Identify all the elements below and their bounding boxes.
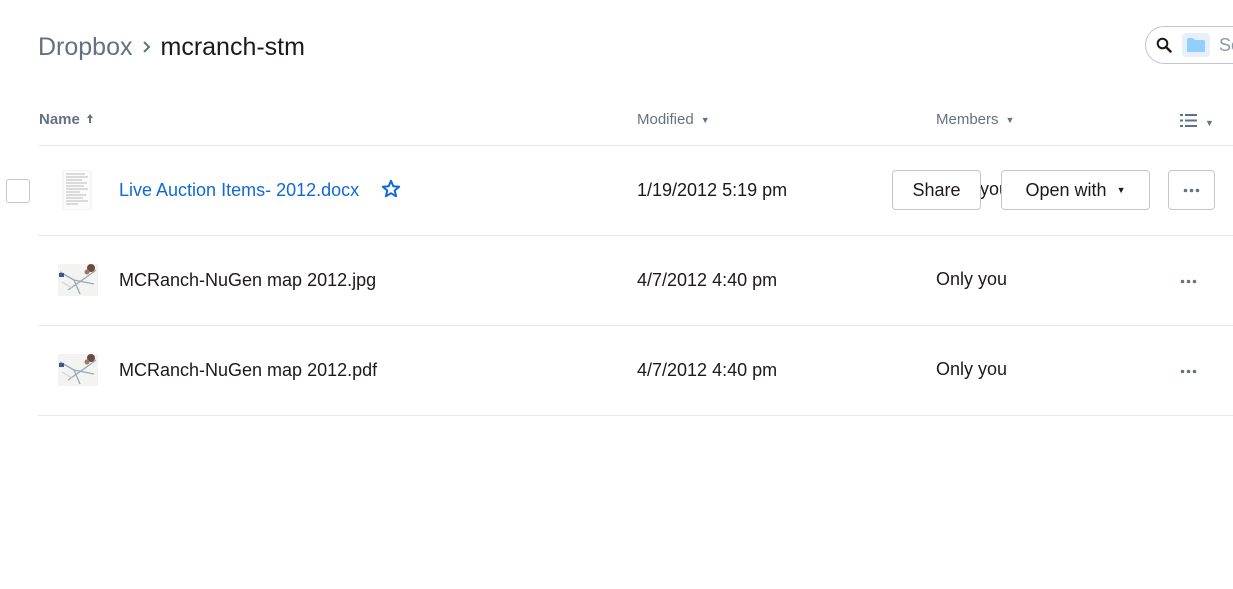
folder-icon	[1187, 38, 1205, 52]
file-name-link[interactable]: MCRanch-NuGen map 2012.pdf	[119, 360, 377, 381]
map-thumbnail-icon	[58, 260, 98, 300]
members-text: Only you	[936, 269, 1008, 289]
more-actions-button[interactable]	[1168, 170, 1215, 210]
folder-scope-chip[interactable]	[1182, 33, 1210, 57]
column-header-name[interactable]: Name	[39, 111, 94, 128]
open-with-label: Open with	[1025, 179, 1107, 200]
members-text: Only you	[936, 359, 1008, 379]
divider	[38, 415, 1233, 416]
document-thumbnail-icon	[58, 169, 98, 211]
modified-date: 4/7/2012 4:40 pm	[637, 270, 778, 290]
caret-down-icon: ▼	[1205, 118, 1214, 128]
open-with-button[interactable]: Open with ▼	[1001, 170, 1150, 210]
map-thumbnail-icon	[58, 350, 98, 390]
search-icon[interactable]	[1156, 37, 1172, 58]
file-row[interactable]: MCRanch-NuGen map 2012.jpg 4/7/2012 4:40…	[0, 236, 1233, 325]
column-header-modified-label: Modified	[637, 111, 694, 128]
more-actions-button[interactable]	[1180, 361, 1197, 379]
ellipsis-icon	[1183, 188, 1200, 192]
breadcrumb-current: mcranch-stm	[160, 32, 305, 61]
column-header-name-label: Name	[39, 111, 80, 128]
view-toggle-button[interactable]: ▼	[1180, 113, 1214, 133]
ellipsis-icon	[1180, 369, 1197, 374]
column-header-members-label: Members	[936, 111, 999, 128]
breadcrumb-root[interactable]: Dropbox	[38, 33, 133, 62]
star-icon[interactable]	[381, 179, 401, 204]
list-view-icon	[1180, 113, 1197, 133]
chevron-right-icon	[133, 37, 161, 57]
breadcrumb: Dropbox mcranch-stm	[38, 30, 305, 64]
caret-down-icon: ▼	[1116, 185, 1126, 195]
caret-down-icon: ▼	[1005, 114, 1015, 125]
more-actions-button[interactable]	[1180, 271, 1197, 289]
ellipsis-icon	[1180, 279, 1197, 284]
file-name-link[interactable]: MCRanch-NuGen map 2012.jpg	[119, 270, 376, 291]
column-header-members[interactable]: Members ▼	[936, 111, 1014, 128]
modified-date: 1/19/2012 5:19 pm	[637, 180, 788, 200]
file-row[interactable]: MCRanch-NuGen map 2012.pdf 4/7/2012 4:40…	[0, 326, 1233, 415]
caret-down-icon: ▼	[700, 114, 710, 125]
column-header-modified[interactable]: Modified ▼	[637, 111, 710, 128]
file-name-link[interactable]: Live Auction Items- 2012.docx	[119, 180, 359, 201]
search-box[interactable]: Se	[1145, 26, 1233, 64]
row-checkbox[interactable]	[6, 179, 30, 203]
modified-date: 4/7/2012 4:40 pm	[637, 360, 778, 380]
share-button[interactable]: Share	[892, 170, 981, 210]
sort-ascending-icon	[86, 111, 94, 128]
file-row[interactable]: Live Auction Items- 2012.docx 1/19/2012 …	[0, 146, 1233, 235]
search-input[interactable]: Se	[1219, 35, 1233, 56]
